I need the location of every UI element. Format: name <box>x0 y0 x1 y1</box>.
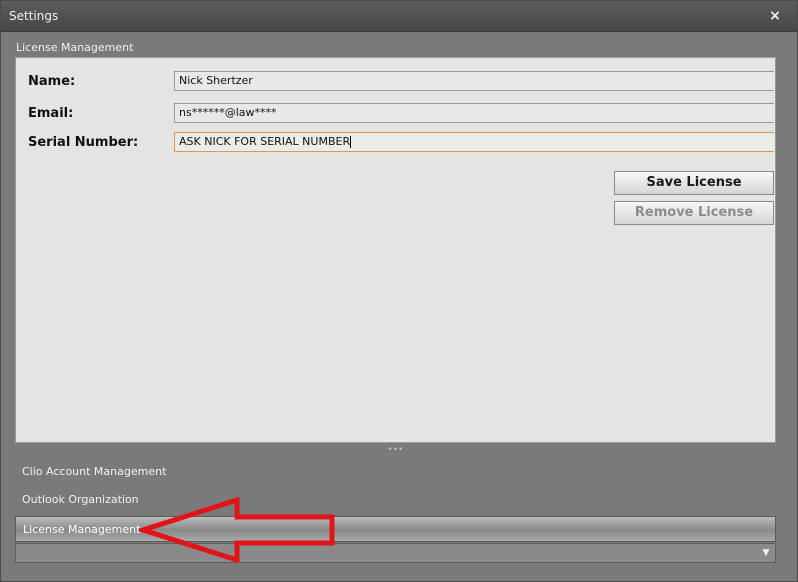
window-title: Settings <box>9 9 59 23</box>
nav-item-clio-account-management[interactable]: Clio Account Management <box>15 459 776 485</box>
email-label: Email: <box>28 106 74 121</box>
close-icon[interactable]: × <box>767 7 783 25</box>
nav-item-outlook-organization[interactable]: Outlook Organization <box>15 487 776 513</box>
navigation-overflow-bar: ▼ <box>15 543 776 563</box>
serial-number-label: Serial Number: <box>28 135 139 150</box>
settings-window: Settings × License Management Name: Nick… <box>0 0 798 582</box>
email-value: ns******@law**** <box>179 106 277 119</box>
title-bar[interactable]: Settings × <box>1 1 797 32</box>
section-header: License Management <box>16 41 134 54</box>
license-management-panel: Name: Nick Shertzer Email: ns******@law*… <box>15 57 776 443</box>
red-arrow-annotation <box>139 497 335 563</box>
nav-item-label: Outlook Organization <box>22 493 139 506</box>
email-field[interactable]: ns******@law**** <box>174 103 774 123</box>
nav-item-label: Clio Account Management <box>22 465 167 478</box>
name-value: Nick Shertzer <box>179 74 253 87</box>
text-caret <box>350 136 352 148</box>
nav-item-license-management[interactable]: License Management <box>15 516 776 542</box>
serial-number-field[interactable]: ASK NICK FOR SERIAL NUMBER <box>174 132 774 152</box>
remove-license-button[interactable]: Remove License <box>614 201 774 225</box>
chevron-down-icon[interactable]: ▼ <box>757 544 775 562</box>
name-label: Name: <box>28 74 76 89</box>
nav-item-label: License Management <box>23 523 141 536</box>
serial-number-value: ASK NICK FOR SERIAL NUMBER <box>179 135 351 148</box>
name-field[interactable]: Nick Shertzer <box>174 71 774 91</box>
save-license-button[interactable]: Save License <box>614 171 774 195</box>
splitter-grip[interactable]: ••• <box>15 446 776 455</box>
